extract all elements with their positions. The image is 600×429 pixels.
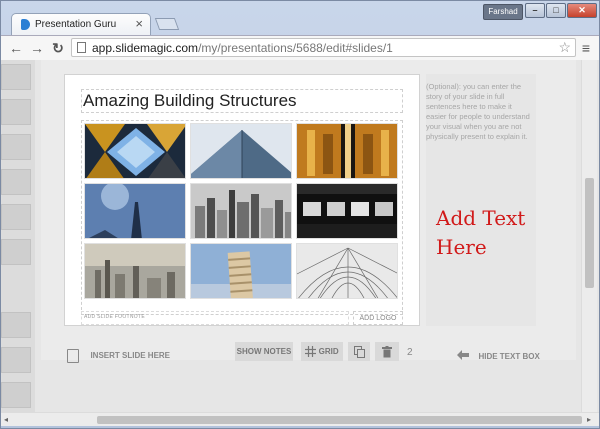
forward-button[interactable]: → bbox=[28, 39, 46, 57]
new-tab-button[interactable] bbox=[154, 18, 180, 30]
trash-icon bbox=[382, 345, 392, 358]
photo-leaning-tower[interactable] bbox=[190, 243, 292, 299]
slide-thumbnail[interactable] bbox=[1, 239, 31, 265]
browser-tab[interactable]: Presentation Guru × bbox=[11, 13, 151, 35]
slide-thumbnail[interactable] bbox=[1, 169, 31, 195]
photo-city-skyline-image bbox=[191, 184, 291, 238]
arrow-left-icon bbox=[457, 349, 469, 360]
grid-button[interactable]: GRID bbox=[301, 342, 343, 361]
favicon-icon bbox=[21, 19, 30, 30]
close-window-button[interactable]: ✕ bbox=[567, 3, 597, 18]
slide-count: 2 bbox=[407, 347, 413, 358]
insert-slide-button[interactable]: INSERT SLIDE HERE bbox=[67, 347, 170, 363]
browser-window: Presentation Guru × Farshad – □ ✕ ← → ↻ … bbox=[0, 0, 600, 429]
slide-title-box[interactable]: Amazing Building Structures bbox=[81, 89, 403, 113]
slide-thumbnail[interactable] bbox=[1, 99, 31, 125]
photo-lattice-dome-image bbox=[297, 244, 397, 298]
scroll-right-arrow[interactable]: ▸ bbox=[587, 416, 591, 424]
reload-button[interactable]: ↻ bbox=[49, 39, 67, 57]
copy-icon bbox=[353, 345, 365, 358]
photo-sky-atrium[interactable] bbox=[84, 123, 186, 179]
photo-blue-spire[interactable] bbox=[84, 183, 186, 239]
star-icon[interactable]: ☆ bbox=[558, 39, 571, 56]
grid-icon bbox=[305, 346, 317, 358]
menu-icon[interactable]: ≡ bbox=[579, 39, 593, 57]
photo-dark-hall-image bbox=[297, 184, 397, 238]
page-viewport: Amazing Building Structures ADD SLIDE FO… bbox=[1, 60, 599, 412]
photo-glass-tower-image bbox=[191, 124, 291, 178]
slide-thumbnail[interactable] bbox=[1, 382, 31, 408]
photo-blue-spire-image bbox=[85, 184, 185, 238]
photo-sky-atrium-image bbox=[85, 124, 185, 178]
minimize-button[interactable]: – bbox=[525, 3, 545, 18]
slide-thumbnail[interactable] bbox=[1, 134, 31, 160]
tab-title: Presentation Guru bbox=[35, 19, 117, 30]
address-bar[interactable]: app.slidemagic.com/my/presentations/5688… bbox=[71, 38, 576, 57]
insert-slide-icon bbox=[67, 348, 79, 363]
hide-text-box-label: HIDE TEXT BOX bbox=[478, 352, 540, 361]
duplicate-slide-button[interactable] bbox=[348, 342, 370, 361]
horizontal-scrollbar[interactable]: ◂ ▸ bbox=[1, 412, 599, 426]
vertical-scrollbar[interactable] bbox=[581, 60, 597, 412]
photo-glass-tower[interactable] bbox=[190, 123, 292, 179]
tab-close-button[interactable]: × bbox=[135, 17, 143, 30]
photo-golden-mirror[interactable] bbox=[296, 123, 398, 179]
notes-placeholder: (Optional): you can enter the story of y… bbox=[426, 82, 530, 141]
photo-misty-skyline[interactable] bbox=[84, 243, 186, 299]
hide-text-box-button[interactable]: HIDE TEXT BOX bbox=[457, 346, 540, 364]
url-text: app.slidemagic.com/my/presentations/5688… bbox=[92, 41, 393, 55]
back-button[interactable]: ← bbox=[7, 39, 25, 57]
slide-thumbnail-strip bbox=[1, 60, 35, 412]
slide-title: Amazing Building Structures bbox=[83, 91, 297, 110]
horizontal-scroll-thumb[interactable] bbox=[97, 416, 582, 424]
add-text-annotation: Add Text Here bbox=[436, 206, 526, 259]
add-logo-button[interactable]: ADD LOGO bbox=[353, 311, 403, 325]
url-host: app.slidemagic.com bbox=[92, 41, 199, 55]
photo-dark-hall[interactable] bbox=[296, 183, 398, 239]
photo-lattice-dome[interactable] bbox=[296, 243, 398, 299]
photo-golden-mirror-image bbox=[297, 124, 397, 178]
delete-slide-button[interactable] bbox=[375, 342, 399, 361]
vertical-scroll-thumb[interactable] bbox=[585, 178, 594, 288]
page-icon bbox=[77, 42, 86, 53]
slide-thumbnail[interactable] bbox=[1, 312, 31, 338]
insert-slide-label: INSERT SLIDE HERE bbox=[90, 351, 171, 361]
slide-footnote-box[interactable]: ADD SLIDE FOOTNOTE bbox=[81, 311, 349, 325]
show-notes-button[interactable]: SHOW NOTES bbox=[235, 342, 293, 361]
browser-toolbar: ← → ↻ app.slidemagic.com/my/presentation… bbox=[1, 35, 599, 61]
maximize-button[interactable]: □ bbox=[546, 3, 566, 18]
slide-thumbnail[interactable] bbox=[1, 347, 31, 373]
photo-leaning-tower-image bbox=[191, 244, 291, 298]
notes-panel[interactable]: (Optional): you can enter the story of y… bbox=[426, 74, 536, 326]
photo-city-skyline[interactable] bbox=[190, 183, 292, 239]
scroll-left-arrow[interactable]: ◂ bbox=[4, 416, 8, 424]
user-badge[interactable]: Farshad bbox=[483, 4, 523, 20]
slide-footnote-placeholder: ADD SLIDE FOOTNOTE bbox=[84, 314, 145, 320]
grid-label: GRID bbox=[318, 347, 339, 356]
photo-misty-skyline-image bbox=[85, 244, 185, 298]
slide-thumbnail[interactable] bbox=[1, 64, 31, 90]
url-path: /my/presentations/5688/edit#slides/1 bbox=[198, 41, 393, 55]
image-grid[interactable] bbox=[81, 120, 403, 315]
slide-canvas[interactable]: Amazing Building Structures ADD SLIDE FO… bbox=[64, 74, 420, 326]
slide-thumbnail[interactable] bbox=[1, 204, 31, 230]
